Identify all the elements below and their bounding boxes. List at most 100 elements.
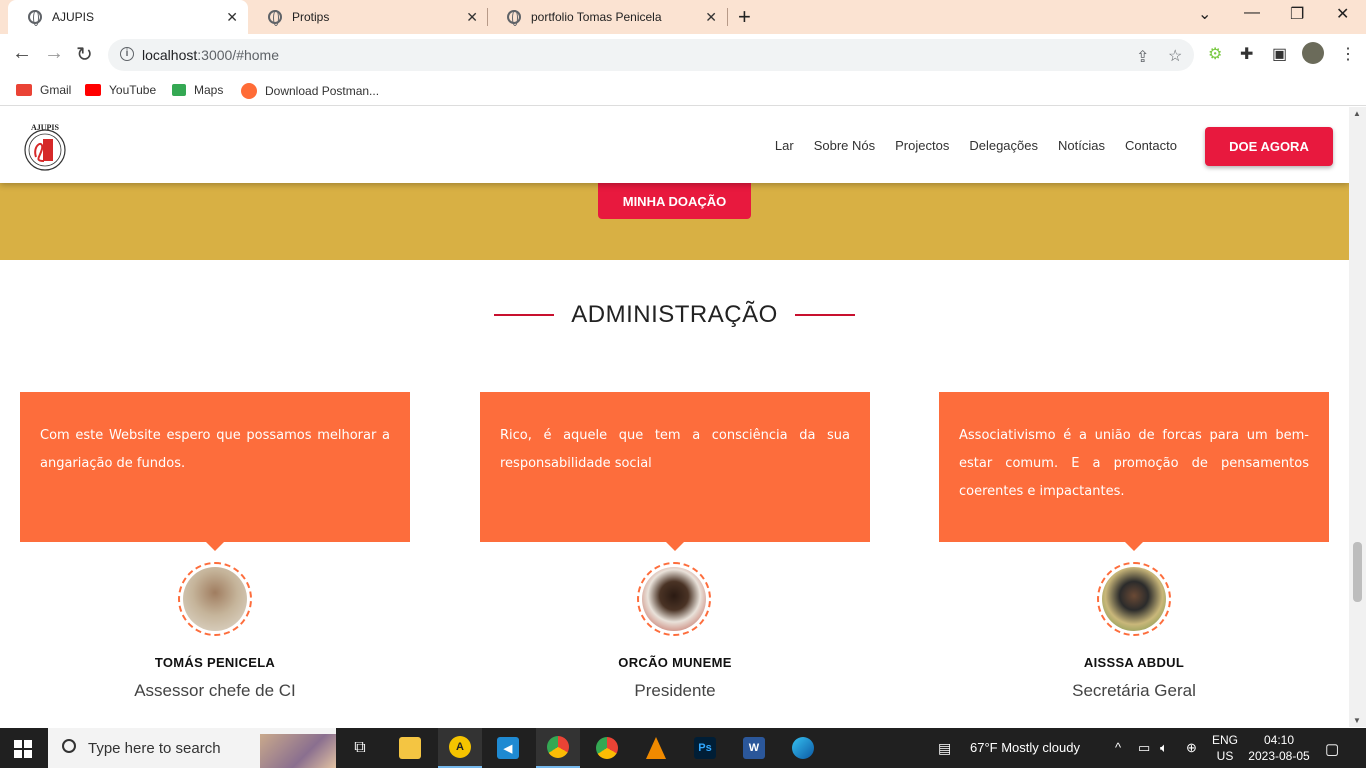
- nav-delegacoes[interactable]: Delegações: [969, 138, 1038, 153]
- sidepanel-icon[interactable]: ▣: [1272, 44, 1287, 64]
- address-bar[interactable]: i localhost:3000/#home ⇪ ☆: [108, 39, 1194, 71]
- tab-portfolio[interactable]: portfolio Tomas Penicela ✕: [487, 0, 727, 34]
- person-photo: [183, 567, 247, 631]
- close-tab-icon[interactable]: ✕: [705, 9, 717, 26]
- search-highlight-image: [260, 734, 336, 768]
- menu-kebab-icon[interactable]: ⋮: [1340, 44, 1356, 64]
- bookmark-maps[interactable]: Maps: [172, 83, 223, 97]
- tab-ajupis[interactable]: AJUPIS ✕: [8, 0, 248, 34]
- web-page: AJUPIS Lar Sobre Nós Projectos Delegaçõe…: [0, 107, 1349, 727]
- chrome-icon[interactable]: [536, 728, 580, 768]
- forward-icon[interactable]: →: [44, 42, 64, 65]
- close-tab-icon[interactable]: ✕: [226, 9, 238, 26]
- volume-icon[interactable]: 🔈︎: [1160, 740, 1168, 756]
- task-view-icon[interactable]: ⧉: [338, 728, 382, 768]
- search-icon: [62, 739, 76, 753]
- windows-taskbar: Type here to search ⧉ A ◀ Ps W ▤ 67°F Mo…: [0, 728, 1366, 768]
- scroll-up-icon[interactable]: ▲: [1353, 109, 1361, 118]
- my-donation-button[interactable]: MINHA DOAÇÃO: [598, 183, 751, 219]
- bookmark-gmail[interactable]: Gmail: [16, 83, 71, 97]
- vscode-icon[interactable]: ◀: [486, 728, 530, 768]
- extension-icon[interactable]: ⚙: [1208, 44, 1222, 64]
- clock[interactable]: 04:10 2023-08-05: [1244, 732, 1314, 764]
- postman-icon: [241, 83, 257, 99]
- testimonial-quote: Rico, é aquele que tem a consciência da …: [500, 428, 850, 471]
- scrollbar-thumb[interactable]: [1353, 542, 1362, 602]
- nav-projectos[interactable]: Projectos: [895, 138, 949, 153]
- nav-sobre-nos[interactable]: Sobre Nós: [814, 138, 875, 153]
- donate-now-button[interactable]: DOE AGORA: [1205, 127, 1333, 166]
- globe-icon: [507, 10, 521, 26]
- tray-chevron-icon[interactable]: ^: [1115, 740, 1121, 755]
- restore-icon[interactable]: ❐: [1290, 4, 1304, 24]
- section-title: ADMINISTRAÇÃO: [571, 301, 778, 328]
- profile-avatar[interactable]: [1302, 42, 1324, 64]
- weather-icon[interactable]: ▤: [938, 740, 951, 757]
- url-text: localhost:3000/#home: [142, 47, 279, 63]
- weather-text[interactable]: 67°F Mostly cloudy: [970, 740, 1080, 755]
- nav-lar[interactable]: Lar: [775, 138, 794, 153]
- person-name: ORCÃO MUNEME: [618, 655, 732, 670]
- gmail-icon: [16, 84, 32, 96]
- input-language[interactable]: ENG US: [1212, 732, 1238, 764]
- nav-noticias[interactable]: Notícias: [1058, 138, 1105, 153]
- share-icon[interactable]: ⇪: [1136, 47, 1149, 67]
- site-info-icon[interactable]: i: [120, 47, 134, 61]
- avatar: [178, 562, 252, 636]
- heading-line-left: [494, 314, 554, 316]
- network-icon[interactable]: ⊕: [1186, 740, 1197, 756]
- globe-icon: [28, 10, 42, 26]
- testimonial-card: Rico, é aquele que tem a consciência da …: [480, 392, 870, 551]
- chrome-profile-icon[interactable]: [585, 728, 629, 768]
- person-name: AISSSA ABDUL: [1083, 655, 1185, 670]
- avatar: [637, 562, 711, 636]
- browser-tab-bar: AJUPIS ✕ Protips ✕ portfolio Tomas Penic…: [0, 0, 1366, 34]
- windows-start-icon[interactable]: [14, 740, 32, 758]
- word-icon[interactable]: W: [732, 728, 776, 768]
- person-role: Secretária Geral: [1072, 681, 1196, 700]
- bookmark-youtube[interactable]: YouTube: [85, 83, 156, 97]
- heading-line-right: [794, 314, 855, 316]
- window-close-icon[interactable]: ✕: [1336, 4, 1349, 24]
- bookmark-postman[interactable]: Download Postman...: [241, 83, 379, 99]
- battery-icon[interactable]: ▭: [1138, 740, 1150, 756]
- avatar: [1097, 562, 1171, 636]
- tab-search-icon[interactable]: ⌄: [1198, 4, 1211, 24]
- edge-icon[interactable]: [781, 728, 825, 768]
- scroll-down-icon[interactable]: ▼: [1353, 716, 1361, 725]
- main-nav: Lar Sobre Nós Projectos Delegações Notíc…: [775, 138, 1177, 153]
- search-placeholder: Type here to search: [88, 739, 221, 757]
- new-tab-icon[interactable]: +: [738, 4, 751, 30]
- page-scrollbar[interactable]: ▲ ▼: [1349, 107, 1366, 727]
- reload-icon[interactable]: ↻: [76, 42, 93, 67]
- person-photo: [1102, 567, 1166, 631]
- tab-title: Protips: [292, 10, 330, 24]
- person-role: Presidente: [634, 681, 716, 700]
- tab-protips[interactable]: Protips ✕: [248, 0, 488, 34]
- donation-banner: MINHA DOAÇÃO: [0, 183, 1349, 260]
- globe-icon: [268, 10, 282, 26]
- puzzle-icon[interactable]: ✚: [1240, 44, 1253, 64]
- photoshop-icon[interactable]: Ps: [683, 728, 727, 768]
- section-heading: ADMINISTRAÇÃO: [494, 300, 855, 330]
- close-tab-icon[interactable]: ✕: [466, 9, 478, 26]
- app-icon[interactable]: A: [438, 728, 482, 768]
- youtube-icon: [85, 84, 101, 96]
- person-photo: [642, 567, 706, 631]
- person-name: TOMÁS PENICELA: [154, 655, 276, 670]
- tab-separator: [727, 8, 728, 26]
- minimize-icon[interactable]: —: [1244, 4, 1260, 22]
- testimonial-card: Associativismo é a união de forcas para …: [939, 392, 1329, 551]
- testimonial-quote: Com este Website espero que possamos mel…: [40, 428, 390, 471]
- bookmark-star-icon[interactable]: ☆: [1168, 46, 1182, 66]
- file-explorer-icon[interactable]: [388, 728, 432, 768]
- notifications-icon[interactable]: ▢: [1325, 740, 1339, 758]
- ajupis-logo[interactable]: AJUPIS: [22, 121, 68, 171]
- testimonial-quote: Associativismo é a união de forcas para …: [959, 428, 1309, 499]
- browser-toolbar: ← → ↻ i localhost:3000/#home ⇪ ☆ ⚙ ✚ ▣ ⋮: [0, 34, 1366, 76]
- back-icon[interactable]: ←: [12, 42, 32, 65]
- vlc-icon[interactable]: [634, 728, 678, 768]
- nav-contacto[interactable]: Contacto: [1125, 138, 1177, 153]
- taskbar-search-box[interactable]: Type here to search: [48, 728, 336, 768]
- maps-icon: [172, 84, 186, 96]
